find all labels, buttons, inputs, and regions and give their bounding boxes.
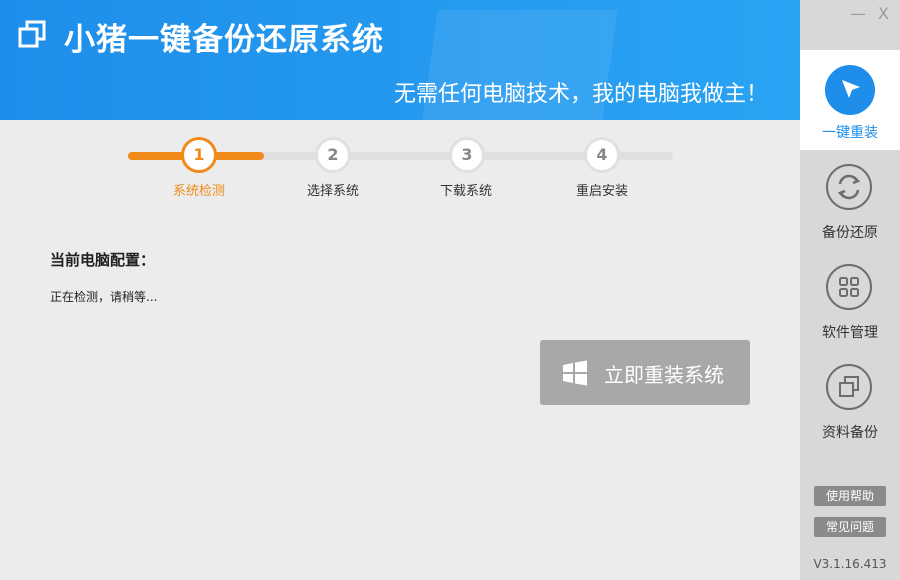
sidebar-item-label: 软件管理 [822, 325, 878, 341]
close-button[interactable]: X [878, 4, 889, 23]
sidebar: — X 一键重装 备份还原 软件管理 资料备份 使用帮助 常见问题 V3.1.1… [800, 0, 900, 580]
step-3-label: 下载系统 [439, 184, 492, 199]
minimize-button[interactable]: — [850, 4, 866, 23]
step-4-circle: 4 [584, 137, 620, 173]
sidebar-item-label: 一键重装 [822, 125, 878, 141]
help-button[interactable]: 使用帮助 [814, 486, 886, 506]
app-logo-icon [18, 20, 46, 48]
sidebar-item-backup-restore[interactable]: 备份还原 [800, 150, 900, 250]
grid-icon [826, 264, 872, 310]
version-label: V3.1.16.413 [813, 557, 887, 571]
step-2-label: 选择系统 [306, 184, 359, 199]
reinstall-button[interactable]: 立即重装系统 [540, 340, 750, 405]
sidebar-item-label: 资料备份 [822, 425, 878, 441]
step-1-label: 系统检测 [172, 184, 225, 199]
step-3-circle: 3 [449, 137, 485, 173]
sidebar-item-label: 备份还原 [822, 225, 878, 241]
copy-icon [826, 364, 872, 410]
step-2-circle: 2 [315, 137, 351, 173]
step-4-label: 重启安装 [575, 184, 628, 199]
faq-button[interactable]: 常见问题 [814, 517, 886, 537]
detection-status: 正在检测，请稍等... [50, 290, 158, 304]
refresh-icon [826, 164, 872, 210]
sidebar-item-data-backup[interactable]: 资料备份 [800, 350, 900, 450]
windows-logo-icon [563, 360, 587, 386]
sidebar-item-software-manage[interactable]: 软件管理 [800, 250, 900, 350]
config-title: 当前电脑配置： [50, 251, 156, 269]
reinstall-button-label: 立即重装系统 [604, 363, 724, 387]
app-title: 小猪一键备份还原系统 [64, 22, 384, 58]
sidebar-item-one-click-reinstall[interactable]: 一键重装 [800, 50, 900, 150]
slogan: 无需任何电脑技术，我的电脑我做主！ [393, 82, 768, 107]
step-1-circle: 1 [181, 137, 217, 173]
cursor-arrow-icon [825, 65, 875, 115]
header-banner: 小猪一键备份还原系统 无需任何电脑技术，我的电脑我做主！ [0, 0, 800, 120]
